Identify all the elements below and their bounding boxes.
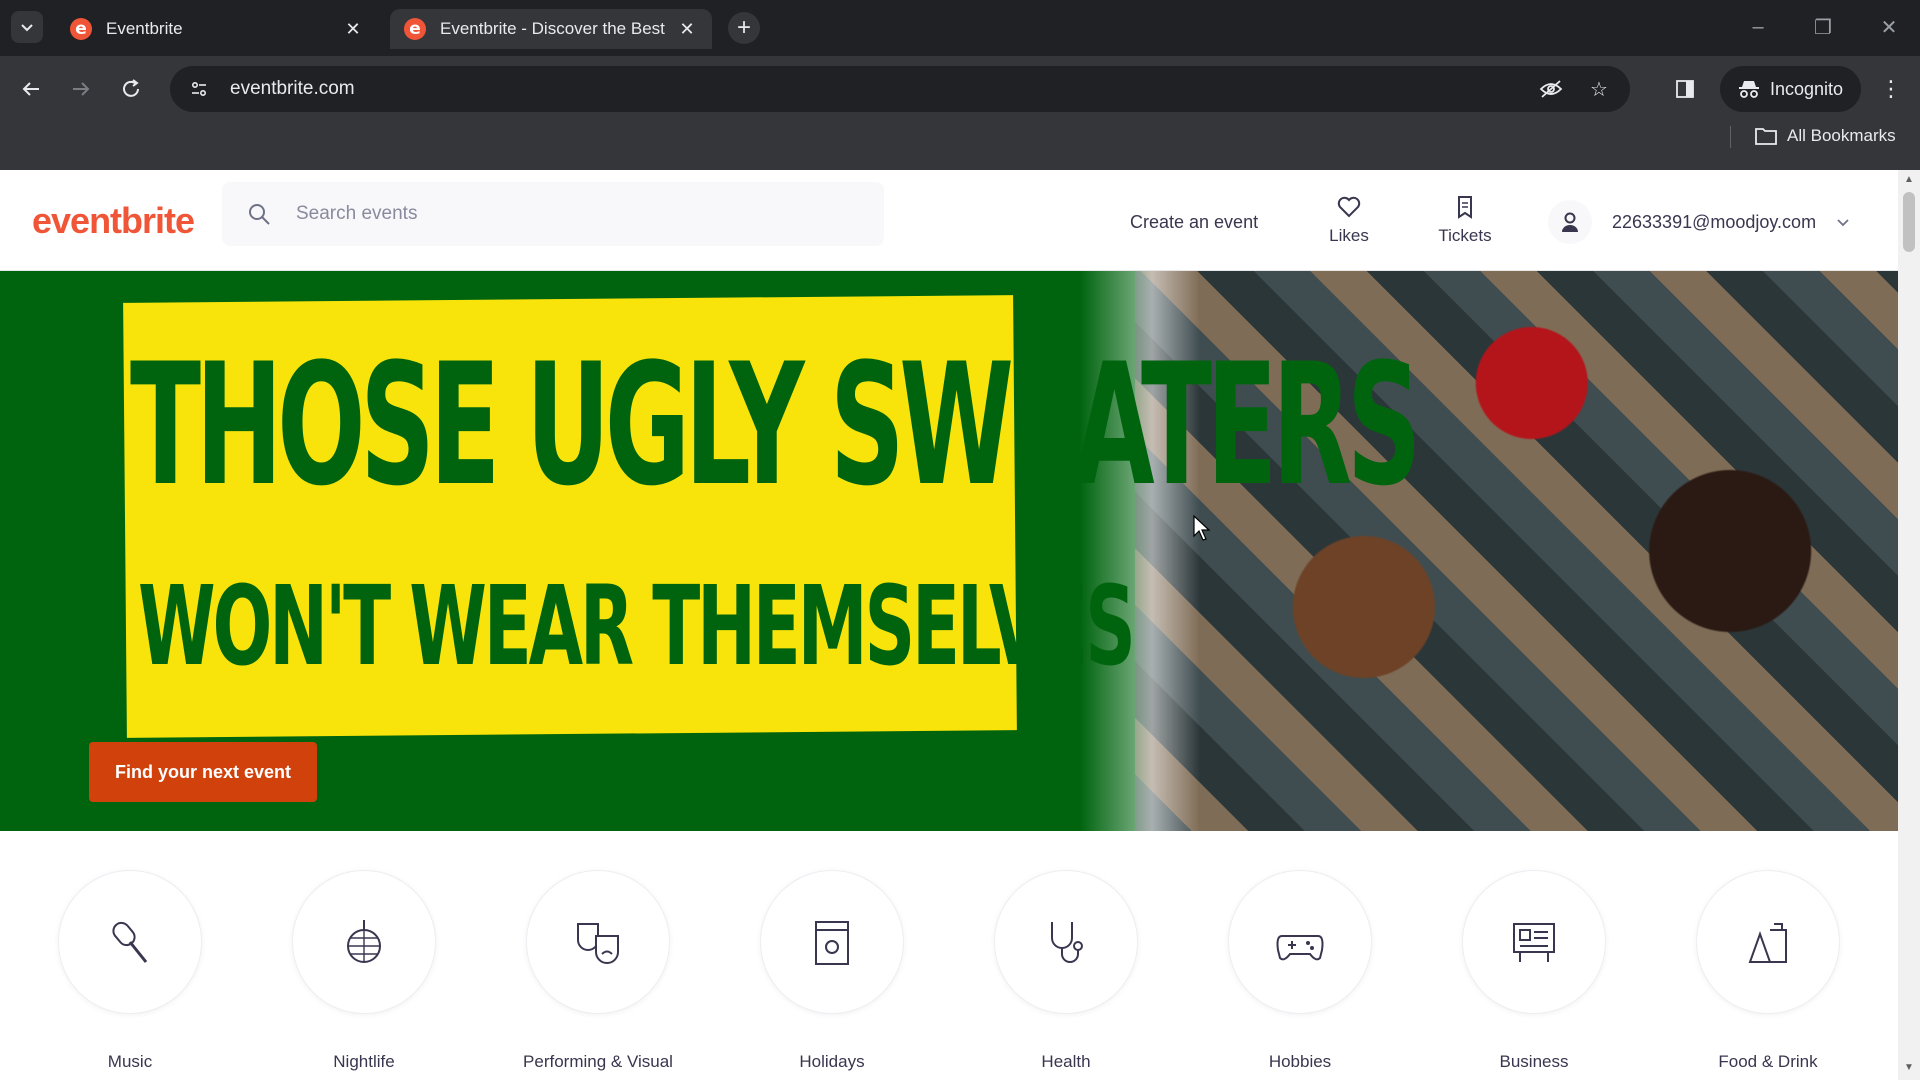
scrollbar-thumb[interactable] — [1903, 192, 1915, 252]
category-health[interactable]: Health — [966, 870, 1166, 1072]
category-label: Music — [107, 1052, 153, 1071]
heart-icon — [1337, 196, 1361, 218]
chevron-down-icon — [1837, 219, 1849, 227]
user-icon — [1548, 200, 1592, 244]
eye-off-icon[interactable] — [1536, 74, 1566, 104]
category-label: Nightlife — [333, 1052, 395, 1071]
all-bookmarks-label: All Bookmarks — [1787, 126, 1896, 145]
incognito-badge[interactable]: Incognito — [1720, 66, 1862, 112]
category-circle[interactable] — [1228, 870, 1372, 1014]
category-label: Performing & Visual — [523, 1052, 673, 1071]
category-music[interactable]: Music — [30, 870, 230, 1072]
category-circle[interactable] — [1462, 870, 1606, 1014]
address-bar[interactable]: eventbrite.com ☆ — [170, 66, 1630, 112]
likes-label: Likes — [1329, 226, 1369, 245]
forward-arrow-icon[interactable] — [64, 72, 98, 106]
mouse-cursor-icon — [1193, 515, 1211, 541]
microphone-icon — [112, 921, 148, 963]
tab-title: Eventbrite — [106, 19, 183, 38]
category-circle[interactable] — [58, 870, 202, 1014]
tickets-nav[interactable]: Tickets — [1420, 194, 1510, 246]
calendar-sun-icon — [815, 921, 849, 965]
category-business[interactable]: Business — [1434, 870, 1634, 1072]
minimize-icon[interactable]: – — [1745, 14, 1771, 40]
incognito-icon — [1739, 81, 1759, 98]
category-label: Business — [1499, 1052, 1569, 1071]
category-label: Food & Drink — [1718, 1052, 1818, 1071]
category-circle[interactable] — [994, 870, 1138, 1014]
category-holidays[interactable]: Holidays — [732, 870, 932, 1072]
search-bar[interactable] — [222, 182, 884, 246]
tab-title: Eventbrite - Discover the Best — [440, 19, 665, 38]
eventbrite-favicon-icon: e — [70, 18, 92, 40]
reload-icon[interactable] — [114, 72, 148, 106]
account-menu[interactable]: 22633391@moodjoy.com — [1548, 200, 1850, 244]
create-event-link[interactable]: Create an event — [1130, 212, 1258, 233]
side-panel-icon[interactable] — [1670, 74, 1700, 104]
find-next-event-button[interactable]: Find your next event — [89, 742, 317, 802]
likes-nav[interactable]: Likes — [1304, 194, 1394, 246]
theater-masks-icon — [577, 923, 619, 964]
food-drink-icon — [1748, 923, 1787, 963]
category-circle[interactable] — [526, 870, 670, 1014]
more-menu-icon[interactable]: ⋮ — [1876, 74, 1906, 104]
page-scrollbar[interactable]: ▲ ▼ — [1898, 170, 1920, 1080]
category-food-drink[interactable]: Food & Drink — [1668, 870, 1868, 1072]
category-label: Holidays — [799, 1052, 865, 1071]
site-header: eventbrite Create an event Likes Tickets… — [0, 170, 1898, 271]
category-performing-visual[interactable]: Performing & Visual — [498, 870, 698, 1072]
browser-toolbar: eventbrite.com ☆ Incognito ⋮ All Bookmar… — [0, 56, 1920, 176]
bookmarks-divider — [1730, 126, 1731, 148]
folder-icon — [1755, 128, 1777, 145]
category-circle[interactable] — [760, 870, 904, 1014]
category-circle[interactable] — [292, 870, 436, 1014]
category-label: Hobbies — [1268, 1052, 1332, 1071]
hero-headline-line1: THOSE UGLY SWEATERS — [130, 327, 1422, 523]
ticket-icon — [1458, 196, 1472, 219]
window-close-icon[interactable]: ✕ — [1876, 14, 1902, 40]
category-circle[interactable] — [1696, 870, 1840, 1014]
browser-tab-strip: e Eventbrite ✕ e Eventbrite - Discover t… — [0, 0, 1920, 56]
hero-banner[interactable]: THOSE UGLY SWEATERS WON'T WEAR THEMSELVE… — [0, 271, 1898, 831]
all-bookmarks-button[interactable]: All Bookmarks — [1755, 118, 1896, 154]
url-text[interactable]: eventbrite.com — [230, 78, 1518, 100]
restore-icon[interactable]: ❐ — [1810, 14, 1836, 40]
close-icon[interactable]: ✕ — [676, 18, 698, 40]
bookmark-star-icon[interactable]: ☆ — [1584, 74, 1614, 104]
category-hobbies[interactable]: Hobbies — [1200, 870, 1400, 1072]
site-info-icon[interactable] — [186, 76, 212, 102]
back-arrow-icon[interactable] — [14, 72, 48, 106]
tab-eventbrite-discover[interactable]: e Eventbrite - Discover the Best ✕ — [390, 9, 712, 49]
close-icon[interactable]: ✕ — [342, 18, 364, 40]
eventbrite-favicon-icon: e — [404, 18, 426, 40]
search-input[interactable] — [296, 203, 860, 225]
hero-headline-line2: WON'T WEAR THEMSELVES — [138, 562, 1136, 690]
new-tab-button[interactable]: + — [728, 12, 760, 44]
account-email: 22633391@moodjoy.com — [1612, 211, 1817, 232]
presentation-board-icon — [1513, 923, 1555, 962]
web-page: eventbrite Create an event Likes Tickets… — [0, 170, 1898, 1080]
tab-eventbrite[interactable]: e Eventbrite ✕ — [56, 9, 378, 49]
tab-search-button[interactable] — [11, 11, 43, 43]
disco-ball-icon — [347, 920, 381, 963]
category-list: Music Nightlife Performing & Visual Holi… — [0, 870, 1898, 1080]
category-label: Health — [1041, 1052, 1091, 1071]
eventbrite-logo[interactable]: eventbrite — [32, 200, 195, 242]
gamepad-icon — [1276, 935, 1324, 961]
scroll-down-icon[interactable]: ▼ — [1903, 1062, 1915, 1074]
category-nightlife[interactable]: Nightlife — [264, 870, 464, 1072]
chevron-down-icon — [21, 24, 33, 32]
stethoscope-icon — [1051, 922, 1083, 963]
scroll-up-icon[interactable]: ▲ — [1903, 174, 1915, 186]
incognito-label: Incognito — [1770, 78, 1844, 99]
tickets-label: Tickets — [1438, 226, 1492, 245]
search-icon — [249, 204, 270, 225]
